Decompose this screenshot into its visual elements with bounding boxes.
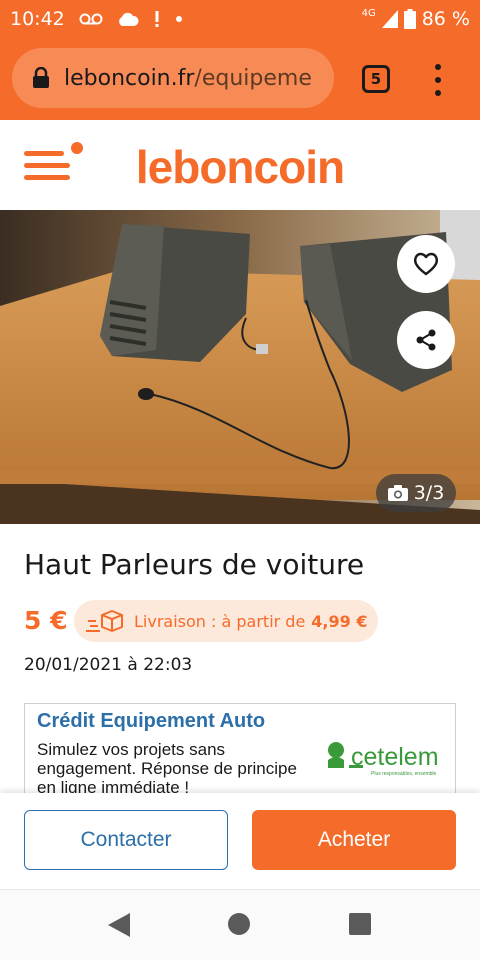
system-nav-bar: [0, 889, 480, 960]
site-header: leboncoin: [0, 120, 480, 210]
delivery-label: Livraison : à partir de: [134, 611, 306, 631]
ad-text: Simulez vos projets sans engagement. Rép…: [37, 740, 297, 797]
more-menu-icon[interactable]: [428, 60, 448, 100]
photo-counter-text: 3/3: [413, 482, 445, 504]
site-logo[interactable]: leboncoin: [0, 140, 480, 194]
tab-switcher-button[interactable]: 5: [362, 65, 390, 93]
url-path: /equipeme: [194, 65, 312, 91]
delivery-box-icon: [86, 610, 123, 632]
listing-date: 20/01/2021 à 22:03: [24, 655, 193, 675]
action-bar: Contacter Acheter: [0, 793, 480, 889]
buy-button[interactable]: Acheter: [252, 810, 456, 870]
listing-photo[interactable]: 3/3: [0, 210, 480, 524]
cetelem-logo: cetelem Plus responsables, ensemble: [328, 742, 439, 777]
share-button[interactable]: [397, 311, 455, 369]
dot-icon: [175, 16, 182, 22]
cetelem-tagline: Plus responsables, ensemble: [371, 771, 437, 777]
delivery-badge[interactable]: Livraison : à partir de 4,99 €: [74, 600, 378, 642]
share-icon: [416, 329, 436, 351]
alert-icon: [155, 11, 159, 27]
heart-icon: [413, 252, 439, 276]
signal-icon: [381, 10, 398, 28]
battery-level: 86 %: [421, 8, 470, 30]
network-type: 4G: [361, 7, 376, 19]
lock-icon: [33, 67, 49, 88]
favorite-button[interactable]: [397, 235, 455, 293]
camera-icon: [387, 485, 408, 501]
cloud-icon: [118, 12, 139, 26]
back-icon[interactable]: [108, 913, 130, 937]
status-bar: 10:42 4G 86 %: [0, 0, 480, 38]
photo-counter[interactable]: 3/3: [376, 474, 456, 512]
browser-toolbar: leboncoin.fr/equipeme 5: [0, 38, 480, 120]
battery-icon: [403, 9, 416, 29]
cetelem-wordmark: cetelem: [351, 743, 439, 771]
status-time: 10:42: [10, 8, 65, 30]
url-domain: leboncoin.fr: [64, 65, 195, 91]
ad-title[interactable]: Crédit Equipement Auto: [37, 710, 265, 733]
contact-button[interactable]: Contacter: [24, 810, 228, 870]
listing-price: 5 €: [24, 606, 68, 635]
home-icon[interactable]: [228, 913, 250, 935]
listing-title: Haut Parleurs de voiture: [24, 548, 365, 581]
url-text: leboncoin.fr/equipeme: [64, 66, 312, 91]
delivery-price: 4,99 €: [311, 611, 368, 631]
recent-apps-icon[interactable]: [349, 913, 371, 935]
url-bar[interactable]: leboncoin.fr/equipeme: [12, 48, 334, 108]
voicemail-icon: [79, 13, 103, 25]
